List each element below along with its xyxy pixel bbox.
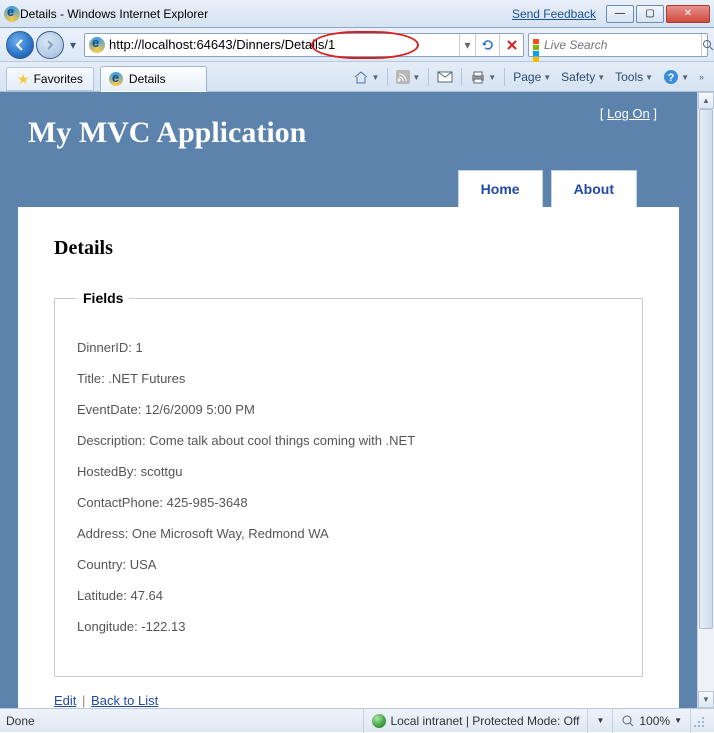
feeds-button[interactable]: ▼ (392, 66, 424, 88)
navigation-bar: ▾ ▾ (0, 28, 714, 62)
address-bar: ▾ (84, 33, 524, 57)
search-bar (528, 33, 708, 57)
nav-tabs: Home About (28, 170, 669, 208)
command-bar: ▼ ▼ ▼ Page▼ Safety▼ Tools▼ ?▼ » (349, 66, 708, 91)
live-search-icon (533, 39, 540, 51)
zoom-control[interactable]: 100% ▼ (612, 709, 690, 733)
maximize-button[interactable]: ▢ (636, 5, 664, 23)
fields-fieldset: Fields DinnerID: 1 Title: .NET Futures E… (54, 290, 643, 677)
home-button[interactable]: ▼ (349, 66, 383, 88)
print-button[interactable]: ▼ (466, 66, 500, 88)
page-body: Details Fields DinnerID: 1 Title: .NET F… (18, 207, 679, 708)
window-title: Details - Windows Internet Explorer (20, 7, 512, 21)
search-button[interactable] (701, 34, 714, 56)
mail-icon (437, 71, 453, 83)
field-title: Title: .NET Futures (77, 371, 620, 386)
window-titlebar: Details - Windows Internet Explorer Send… (0, 0, 714, 28)
refresh-button[interactable] (475, 34, 499, 56)
rss-icon (396, 70, 410, 84)
stop-icon (506, 39, 518, 51)
minimize-button[interactable]: — (606, 5, 634, 23)
scroll-up-button[interactable]: ▲ (698, 92, 714, 109)
refresh-icon (481, 38, 495, 52)
status-zone[interactable]: Local intranet | Protected Mode: Off (363, 709, 587, 733)
field-hosted-by: HostedBy: scottgu (77, 464, 620, 479)
zoom-icon (621, 714, 635, 728)
tools-menu[interactable]: Tools▼ (611, 66, 657, 88)
scroll-thumb[interactable] (699, 109, 713, 629)
tab-title: Details (129, 72, 166, 86)
browser-tab[interactable]: Details (100, 66, 207, 92)
history-dropdown[interactable]: ▾ (66, 33, 80, 57)
nav-arrows: ▾ (6, 31, 80, 59)
logon-section: [ Log On ] (600, 106, 657, 121)
scroll-down-button[interactable]: ▼ (698, 691, 714, 708)
help-button[interactable]: ?▼ (659, 66, 693, 88)
page-menu[interactable]: Page▼ (509, 66, 555, 88)
mail-button[interactable] (433, 66, 457, 88)
back-to-list-link[interactable]: Back to List (91, 693, 158, 708)
field-event-date: EventDate: 12/6/2009 5:00 PM (77, 402, 620, 417)
ie-icon (4, 6, 20, 22)
fieldset-legend: Fields (77, 290, 129, 306)
field-contact-phone: ContactPhone: 425-985-3648 (77, 495, 620, 510)
tab-bar: ★ Favorites Details ▼ ▼ ▼ Page▼ Safety▼ … (0, 62, 714, 92)
logon-link[interactable]: Log On (607, 106, 650, 121)
search-input[interactable] (544, 38, 701, 52)
print-icon (470, 70, 486, 84)
status-bar: Done Local intranet | Protected Mode: Of… (0, 708, 714, 732)
back-button[interactable] (6, 31, 34, 59)
nav-home[interactable]: Home (458, 170, 543, 208)
page-icon (89, 37, 105, 53)
search-icon (702, 39, 714, 51)
toolbar-chevron[interactable]: » (695, 66, 708, 88)
grip-icon (691, 714, 705, 728)
tab-icon (109, 72, 123, 86)
status-text: Done (6, 714, 363, 728)
field-country: Country: USA (77, 557, 620, 572)
edit-link[interactable]: Edit (54, 693, 76, 708)
field-longitude: Longitude: -122.13 (77, 619, 620, 634)
safety-menu[interactable]: Safety▼ (557, 66, 609, 88)
field-description: Description: Come talk about cool things… (77, 433, 620, 448)
page-header: [ Log On ] My MVC Application Home About (0, 92, 697, 208)
star-icon: ★ (17, 71, 30, 88)
page-content: [ Log On ] My MVC Application Home About… (0, 92, 697, 708)
home-icon (353, 70, 369, 84)
action-links: Edit | Back to List (54, 693, 643, 708)
send-feedback-link[interactable]: Send Feedback (512, 7, 596, 21)
url-dropdown[interactable]: ▾ (459, 34, 475, 56)
field-dinner-id: DinnerID: 1 (77, 340, 620, 355)
arrow-left-icon (13, 38, 27, 52)
url-input[interactable] (109, 35, 459, 55)
status-mode[interactable]: ▼ (587, 709, 612, 733)
favorites-label: Favorites (34, 72, 83, 86)
nav-about[interactable]: About (551, 170, 637, 208)
app-title: My MVC Application (28, 106, 669, 170)
page-heading: Details (54, 237, 643, 260)
field-address: Address: One Microsoft Way, Redmond WA (77, 526, 620, 541)
help-icon: ? (663, 69, 679, 85)
stop-button[interactable] (499, 34, 523, 56)
close-button[interactable]: ✕ (666, 5, 710, 23)
arrow-right-icon (44, 39, 56, 51)
resize-grip[interactable] (690, 709, 708, 733)
field-latitude: Latitude: 47.64 (77, 588, 620, 603)
forward-button[interactable] (36, 31, 64, 59)
favorites-button[interactable]: ★ Favorites (6, 67, 94, 91)
svg-text:?: ? (668, 72, 675, 84)
browser-viewport: [ Log On ] My MVC Application Home About… (0, 92, 714, 708)
globe-icon (372, 714, 386, 728)
window-buttons: — ▢ ✕ (604, 5, 710, 23)
vertical-scrollbar[interactable]: ▲ ▼ (697, 92, 714, 708)
